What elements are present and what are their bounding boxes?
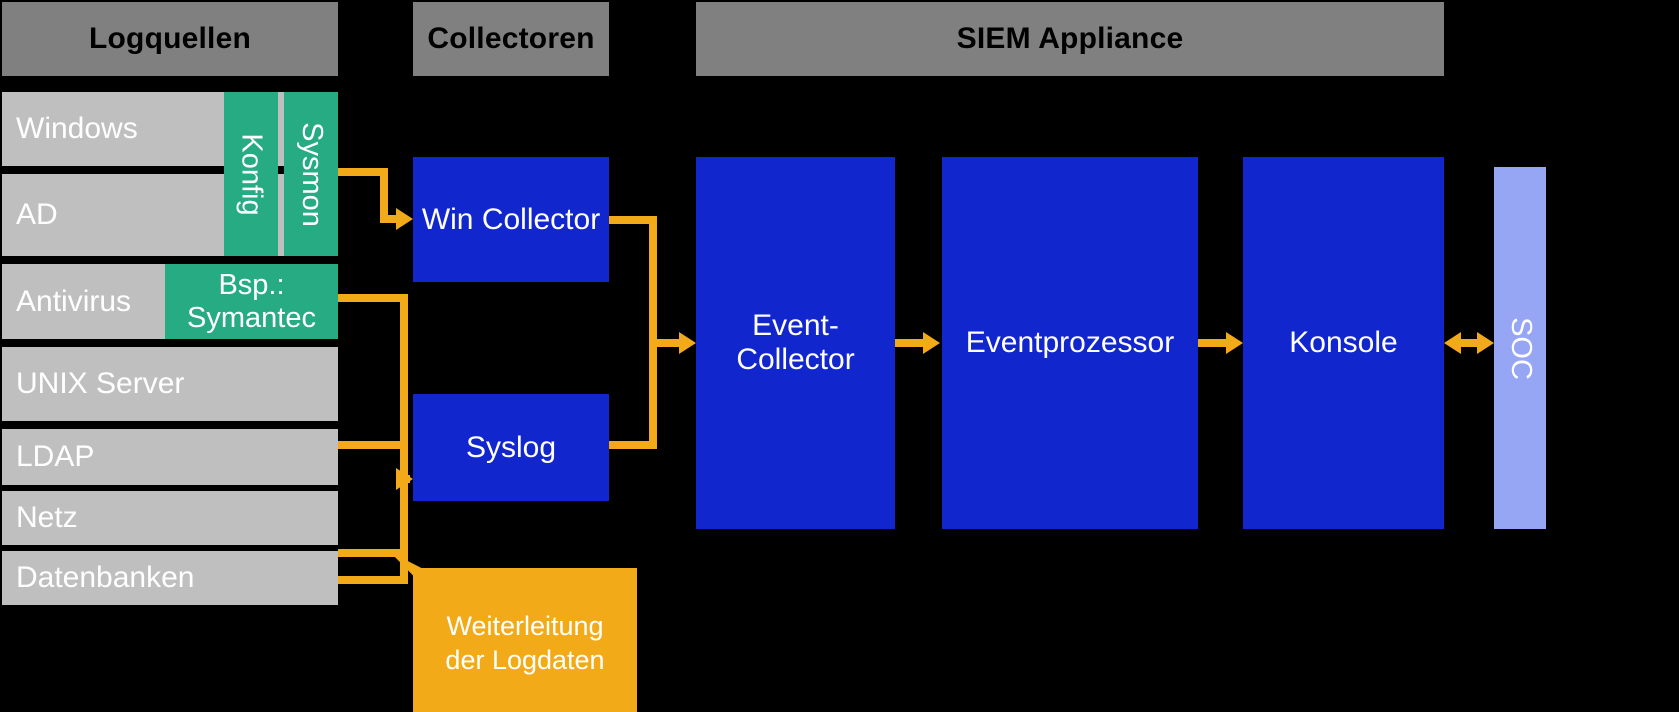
header-logquellen-label: Logquellen [89, 22, 251, 55]
logsource-label-ldap: LDAP [16, 440, 95, 473]
header-collectoren: Collectoren [413, 2, 609, 76]
annotation-konfig: Konfig [224, 92, 278, 256]
annotation-sysmon: Sysmon [284, 92, 338, 256]
arrowhead-to-konsole [1226, 332, 1243, 354]
logsource-label-datenbanken: Datenbanken [16, 561, 195, 594]
callout-line1: Weiterleitung [446, 611, 604, 642]
siem-stage-event-collector-line1: Event- [752, 309, 839, 343]
soc-box[interactable]: SOC [1494, 167, 1546, 529]
collector-label-win-collector: Win Collector [421, 202, 601, 236]
logsource-row-datenbanken[interactable]: Datenbanken [2, 551, 338, 605]
collector-box-win-collector[interactable]: Win Collector [413, 157, 609, 282]
annotation-symantec-line1: Bsp.: [218, 269, 285, 302]
logsource-row-ldap[interactable]: LDAP [2, 429, 338, 485]
arrowhead-to-konsole-from-soc [1444, 332, 1461, 354]
arrowhead-to-soc [1477, 332, 1494, 354]
arrowhead-to-syslog [396, 468, 413, 490]
arrowhead-to-win-collector [396, 208, 413, 230]
logsource-label-ad: AD [16, 198, 58, 231]
callout-weiterleitung: Weiterleitung der Logdaten [413, 568, 637, 712]
arrowhead-to-eventprozessor [923, 332, 940, 354]
connector-wincollector-vertical [649, 216, 657, 448]
callout-line2: der Logdaten [445, 645, 605, 675]
header-logquellen: Logquellen [2, 2, 338, 76]
logsource-label-antivirus: Antivirus [16, 284, 132, 318]
header-collectoren-label: Collectoren [427, 22, 595, 55]
annotation-sysmon-label: Sysmon [295, 121, 328, 227]
siem-stage-konsole-label: Konsole [1289, 326, 1398, 360]
logsource-label-unix-server: UNIX Server [16, 367, 185, 400]
arrowhead-to-event-collector [679, 332, 696, 354]
connector-trunk-vertical [400, 294, 408, 584]
header-siem-appliance-label: SIEM Appliance [956, 22, 1184, 55]
annotation-symantec-line2: Symantec [187, 301, 316, 334]
annotation-symantec: Bsp.: Symantec [165, 264, 338, 339]
siem-stage-event-collector[interactable]: Event- Collector [696, 157, 895, 529]
header-siem-appliance: SIEM Appliance [696, 2, 1444, 76]
siem-stage-eventprozessor[interactable]: Eventprozessor [942, 157, 1198, 529]
connector-antivirus-horizontal [338, 294, 408, 302]
connector-unix-horizontal [338, 441, 408, 449]
connector-sysmon-vertical [380, 168, 388, 222]
soc-label: SOC [1504, 316, 1537, 380]
logsource-row-unix-server[interactable]: UNIX Server [2, 347, 338, 421]
collector-box-syslog[interactable]: Syslog [413, 394, 609, 501]
siem-stage-event-collector-line2: Collector [736, 343, 855, 376]
connector-syslog-out [609, 441, 657, 449]
collector-label-syslog: Syslog [465, 430, 557, 464]
logsource-row-netz[interactable]: Netz [2, 491, 338, 545]
logsource-label-netz: Netz [16, 501, 78, 534]
logsource-label-windows: Windows [16, 112, 138, 145]
siem-stage-konsole[interactable]: Konsole [1243, 157, 1444, 529]
siem-stage-eventprozessor-label: Eventprozessor [965, 326, 1175, 360]
annotation-konfig-label: Konfig [235, 132, 268, 216]
diagram-canvas: Logquellen Collectoren SIEM Appliance Wi… [0, 0, 1679, 712]
